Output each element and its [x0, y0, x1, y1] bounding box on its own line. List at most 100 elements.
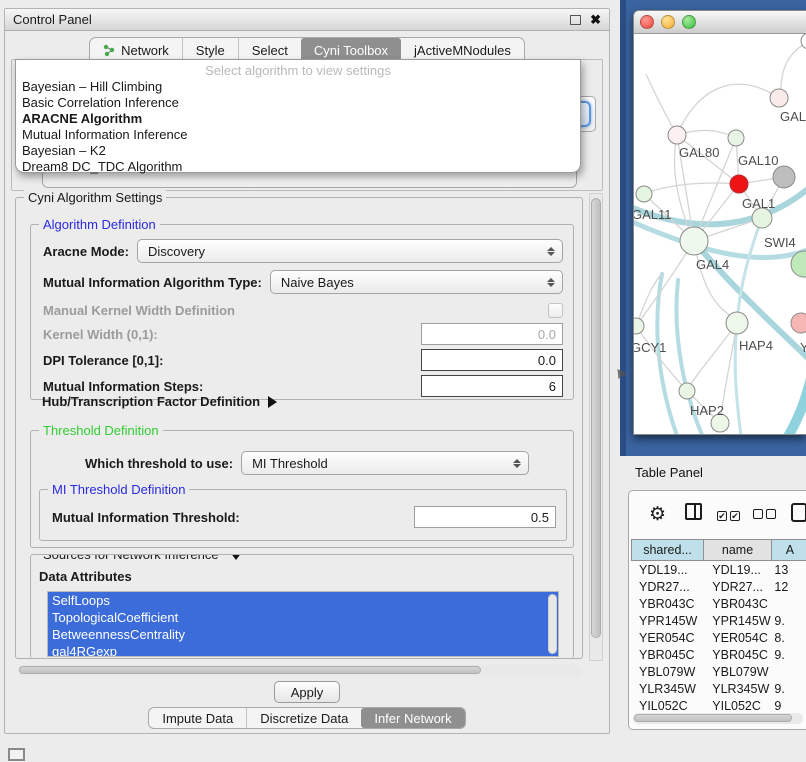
expand-right-icon[interactable]	[268, 396, 277, 408]
algorithm-option[interactable]: Bayesian – Hill Climbing	[16, 79, 580, 95]
network-node-gal80[interactable]	[668, 126, 686, 144]
spinner-arrows-icon	[546, 247, 556, 256]
network-node[interactable]	[801, 34, 806, 49]
algorithm-option[interactable]: Bayesian – K2	[16, 143, 580, 159]
cell-shared[interactable]: YPR145W	[631, 614, 704, 628]
cell-shared[interactable]: YDR27...	[631, 580, 704, 594]
table-row[interactable]: YBR043CYBR043C	[631, 595, 806, 612]
network-node-gal10[interactable]	[728, 130, 744, 146]
which-threshold-combobox[interactable]: MI Threshold	[241, 451, 529, 475]
cell-name[interactable]: YDL19...	[704, 563, 772, 577]
table-row[interactable]: YER054CYER054C8.	[631, 629, 806, 646]
cell-shared[interactable]: YDL19...	[631, 563, 704, 577]
algorithm-option[interactable]: Basic Correlation Inference	[16, 95, 580, 111]
cell-name[interactable]: YIL052C	[704, 699, 772, 712]
network-node-gal4[interactable]	[680, 227, 708, 255]
algorithm-option[interactable]: Dream8 DC_TDC Algorithm	[16, 159, 580, 175]
network-node-hap4[interactable]	[726, 312, 748, 334]
collapsed-panel-icon[interactable]	[8, 748, 25, 761]
attribute-list-scrollbar[interactable]	[548, 594, 557, 654]
cell-value[interactable]: 8.	[772, 631, 806, 645]
column-header-partial[interactable]: A	[772, 539, 806, 561]
mi-threshold-label: Mutual Information Threshold:	[52, 510, 240, 525]
column-header-shared[interactable]: shared...	[631, 539, 704, 561]
cell-shared[interactable]: YIL052C	[631, 699, 704, 712]
table-horizontal-scrollbar[interactable]	[633, 713, 803, 724]
minimize-traffic-light-icon[interactable]	[661, 15, 675, 29]
network-node[interactable]	[770, 89, 788, 107]
split-columns-icon[interactable]	[685, 503, 702, 520]
network-node-gal1[interactable]	[752, 208, 772, 228]
aracne-mode-combobox[interactable]: Discovery	[137, 239, 563, 263]
cell-name[interactable]: YPR145W	[704, 614, 772, 628]
network-canvas[interactable]: GAL GAL80 GAL10 GAL1 SWI4 GAL11 GAL4 GCY…	[634, 34, 806, 435]
sources-group-title[interactable]: Sources for Network Inference	[39, 554, 246, 562]
network-node-salmon[interactable]	[791, 313, 806, 333]
network-node-gcy1[interactable]	[634, 318, 644, 334]
hub-definition-toggle[interactable]: Hub/Transcription Factor Definition	[42, 394, 562, 409]
mi-threshold-field[interactable]: 0.5	[414, 506, 556, 528]
cell-value[interactable]: 9.	[772, 648, 806, 662]
table-row[interactable]: YPR145WYPR145W9.	[631, 612, 806, 629]
column-header-name[interactable]: name	[704, 539, 772, 561]
unselect-all-columns-icon[interactable]	[753, 506, 779, 524]
settings-horizontal-scrollbar[interactable]	[17, 665, 583, 676]
network-window[interactable]: GAL GAL80 GAL10 GAL1 SWI4 GAL11 GAL4 GCY…	[633, 10, 806, 435]
cell-shared[interactable]: YBR043C	[631, 597, 704, 611]
table-row[interactable]: YLR345WYLR345W9.	[631, 680, 806, 697]
close-traffic-light-icon[interactable]	[640, 15, 654, 29]
data-attributes-list[interactable]: SelfLoops TopologicalCoefficient Between…	[47, 591, 559, 657]
cell-name[interactable]: YBR043C	[704, 597, 772, 611]
cell-shared[interactable]: YBL079W	[631, 665, 704, 679]
network-node-gal11[interactable]	[636, 186, 652, 202]
table-row[interactable]: YIL052CYIL052C9	[631, 697, 806, 711]
cell-shared[interactable]: YER054C	[631, 631, 704, 645]
network-window-titlebar[interactable]	[634, 11, 806, 34]
algorithm-option[interactable]: Mutual Information Inference	[16, 127, 580, 143]
cell-name[interactable]: YBR045C	[704, 648, 772, 662]
dpi-tolerance-field[interactable]: 0.0	[421, 349, 563, 371]
cell-value[interactable]: 9.	[772, 614, 806, 628]
cell-name[interactable]: YLR345W	[704, 682, 772, 696]
cell-value[interactable]: 9.	[772, 682, 806, 696]
cyni-algorithm-settings-group: Cyni Algorithm Settings Algorithm Defini…	[15, 197, 583, 659]
select-all-columns-icon[interactable]: ✔✔	[717, 506, 743, 524]
zoom-traffic-light-icon[interactable]	[682, 15, 696, 29]
mi-type-combobox[interactable]: Naive Bayes	[270, 270, 563, 294]
algorithm-option-selected[interactable]: ARACNE Algorithm	[16, 111, 580, 127]
cell-value[interactable]: 12	[772, 580, 806, 594]
control-panel-titlebar[interactable]: Control Panel ✖	[5, 9, 609, 31]
manual-kernel-checkbox[interactable]	[548, 303, 563, 318]
cell-shared[interactable]: YLR345W	[631, 682, 704, 696]
tab-infer-network[interactable]: Infer Network	[361, 708, 464, 728]
table-row[interactable]: YDL19...YDL19...13	[631, 561, 806, 578]
settings-vertical-scrollbar[interactable]	[589, 193, 603, 661]
document-icon[interactable]	[791, 503, 806, 522]
gear-icon[interactable]: ⚙	[649, 503, 666, 526]
attribute-item[interactable]: gal4RGexp	[48, 643, 558, 657]
tab-discretize-data[interactable]: Discretize Data	[246, 708, 361, 728]
cell-name[interactable]: YER054C	[704, 631, 772, 645]
table-row[interactable]: YBR045CYBR045C9.	[631, 646, 806, 663]
apply-button[interactable]: Apply	[274, 681, 341, 703]
table-row[interactable]: YBL079WYBL079W	[631, 663, 806, 680]
network-node-gray[interactable]	[773, 166, 795, 188]
cell-shared[interactable]: YBR045C	[631, 648, 704, 662]
cell-name[interactable]: YBL079W	[704, 665, 772, 679]
attribute-item[interactable]: SelfLoops	[48, 592, 558, 609]
tab-impute-data[interactable]: Impute Data	[149, 708, 246, 728]
tab-cyni-toolbox-label: Cyni Toolbox	[314, 43, 388, 58]
network-node-red[interactable]	[730, 175, 748, 193]
cell-value[interactable]: 13	[772, 563, 806, 577]
attribute-item[interactable]: BetweennessCentrality	[48, 626, 558, 643]
close-icon[interactable]: ✖	[590, 15, 601, 25]
kernel-width-field[interactable]: 0.0	[421, 323, 563, 345]
cell-value[interactable]: 9	[772, 699, 806, 712]
collapse-down-icon[interactable]	[230, 554, 242, 560]
cell-name[interactable]: YDR27...	[704, 580, 772, 594]
table-row[interactable]: YDR27...YDR27...12	[631, 578, 806, 595]
network-node-hap2[interactable]	[679, 383, 695, 399]
attribute-item[interactable]: TopologicalCoefficient	[48, 609, 558, 626]
sources-title-text: Sources for Network Inference	[43, 554, 219, 562]
float-window-icon[interactable]	[570, 15, 581, 25]
